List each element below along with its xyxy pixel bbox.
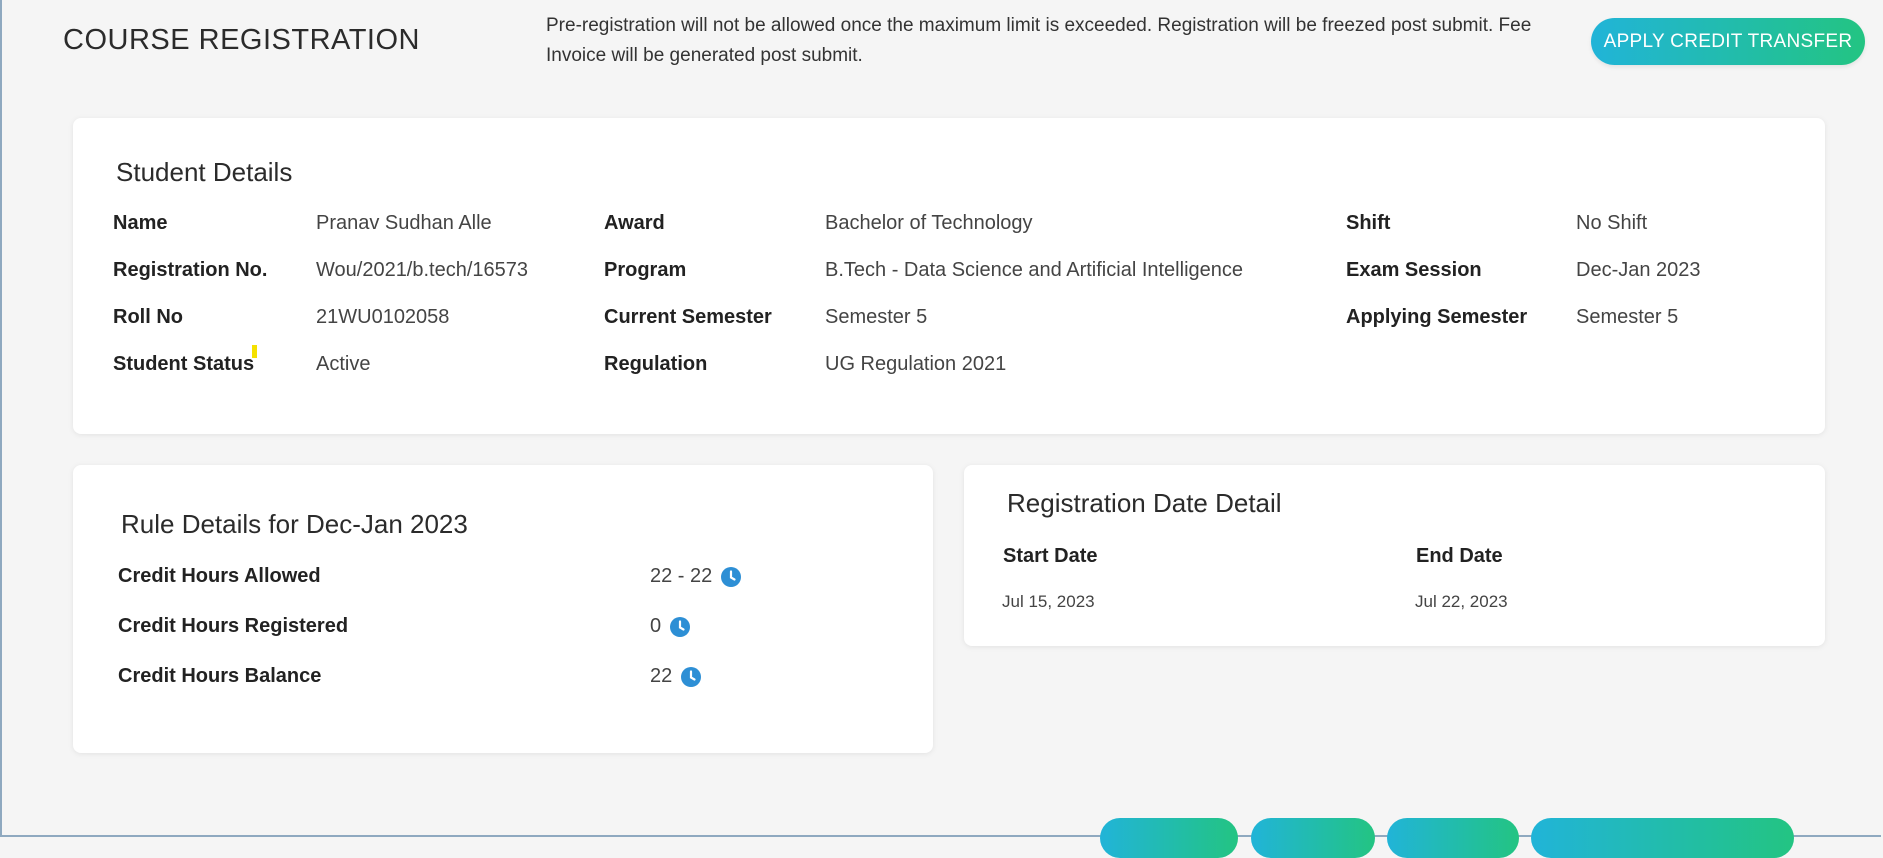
clock-icon[interactable] [721, 566, 742, 587]
current-semester-value: Semester 5 [825, 306, 928, 328]
exam-session-label: Exam Session [1346, 259, 1482, 281]
current-semester-label: Current Semester [604, 306, 772, 328]
student-status-value: Active [316, 353, 371, 375]
roll-no-label: Roll No [113, 306, 183, 328]
program-value: B.Tech - Data Science and Artificial Int… [825, 259, 1243, 281]
credit-hours-registered-value: 0 [650, 615, 691, 638]
name-label: Name [113, 212, 168, 234]
applying-semester-value: Semester 5 [1576, 306, 1679, 328]
award-value: Bachelor of Technology [825, 212, 1033, 234]
credit-hours-balance-label: Credit Hours Balance [118, 665, 322, 687]
regulation-label: Regulation [604, 353, 708, 375]
registration-date-title: Registration Date Detail [1007, 488, 1282, 518]
bottom-action-button-2[interactable] [1251, 818, 1375, 858]
exam-session-value: Dec-Jan 2023 [1576, 259, 1701, 281]
credit-hours-balance-value: 22 [650, 665, 702, 688]
roll-no-value: 21WU0102058 [316, 306, 450, 328]
applying-semester-label: Applying Semester [1346, 306, 1528, 328]
apply-credit-transfer-button[interactable]: APPLY CREDIT TRANSFER [1591, 18, 1865, 65]
credit-hours-allowed-value: 22 - 22 [650, 565, 742, 588]
start-date-value: Jul 15, 2023 [1002, 592, 1095, 611]
program-label: Program [604, 259, 687, 281]
bottom-action-button-1[interactable] [1100, 818, 1238, 858]
shift-label: Shift [1346, 212, 1391, 234]
student-details-card: Student Details Name Pranav Sudhan Alle … [73, 118, 1825, 434]
end-date-label: End Date [1416, 545, 1503, 567]
credit-hours-registered-label: Credit Hours Registered [118, 615, 349, 637]
rule-details-card: Rule Details for Dec-Jan 2023 Credit Hou… [73, 465, 933, 753]
student-status-label: Student Status [113, 353, 255, 375]
rule-details-title: Rule Details for Dec-Jan 2023 [121, 509, 468, 539]
clock-icon[interactable] [681, 666, 702, 687]
registration-date-card: Registration Date Detail Start Date Jul … [964, 465, 1825, 646]
registration-notice: Pre-registration will not be allowed onc… [546, 15, 1532, 66]
shift-value: No Shift [1576, 212, 1648, 234]
registration-no-label: Registration No. [113, 259, 268, 281]
page-title: COURSE REGISTRATION [63, 24, 420, 56]
award-label: Award [604, 212, 665, 234]
registration-no-value: Wou/2021/b.tech/16573 [316, 259, 529, 281]
end-date-value: Jul 22, 2023 [1415, 592, 1508, 611]
credit-hours-allowed-label: Credit Hours Allowed [118, 565, 321, 587]
bottom-action-button-4[interactable] [1531, 818, 1794, 858]
start-date-label: Start Date [1003, 545, 1098, 567]
regulation-value: UG Regulation 2021 [825, 353, 1007, 375]
student-details-title: Student Details [116, 157, 293, 187]
credit-hours-allowed-text: 22 - 22 [650, 565, 713, 587]
bottom-action-button-3[interactable] [1387, 818, 1519, 858]
clock-icon[interactable] [670, 616, 691, 637]
credit-hours-registered-text: 0 [650, 615, 662, 637]
highlight-marker [252, 345, 257, 358]
credit-hours-balance-text: 22 [650, 665, 673, 687]
name-value: Pranav Sudhan Alle [316, 212, 492, 234]
